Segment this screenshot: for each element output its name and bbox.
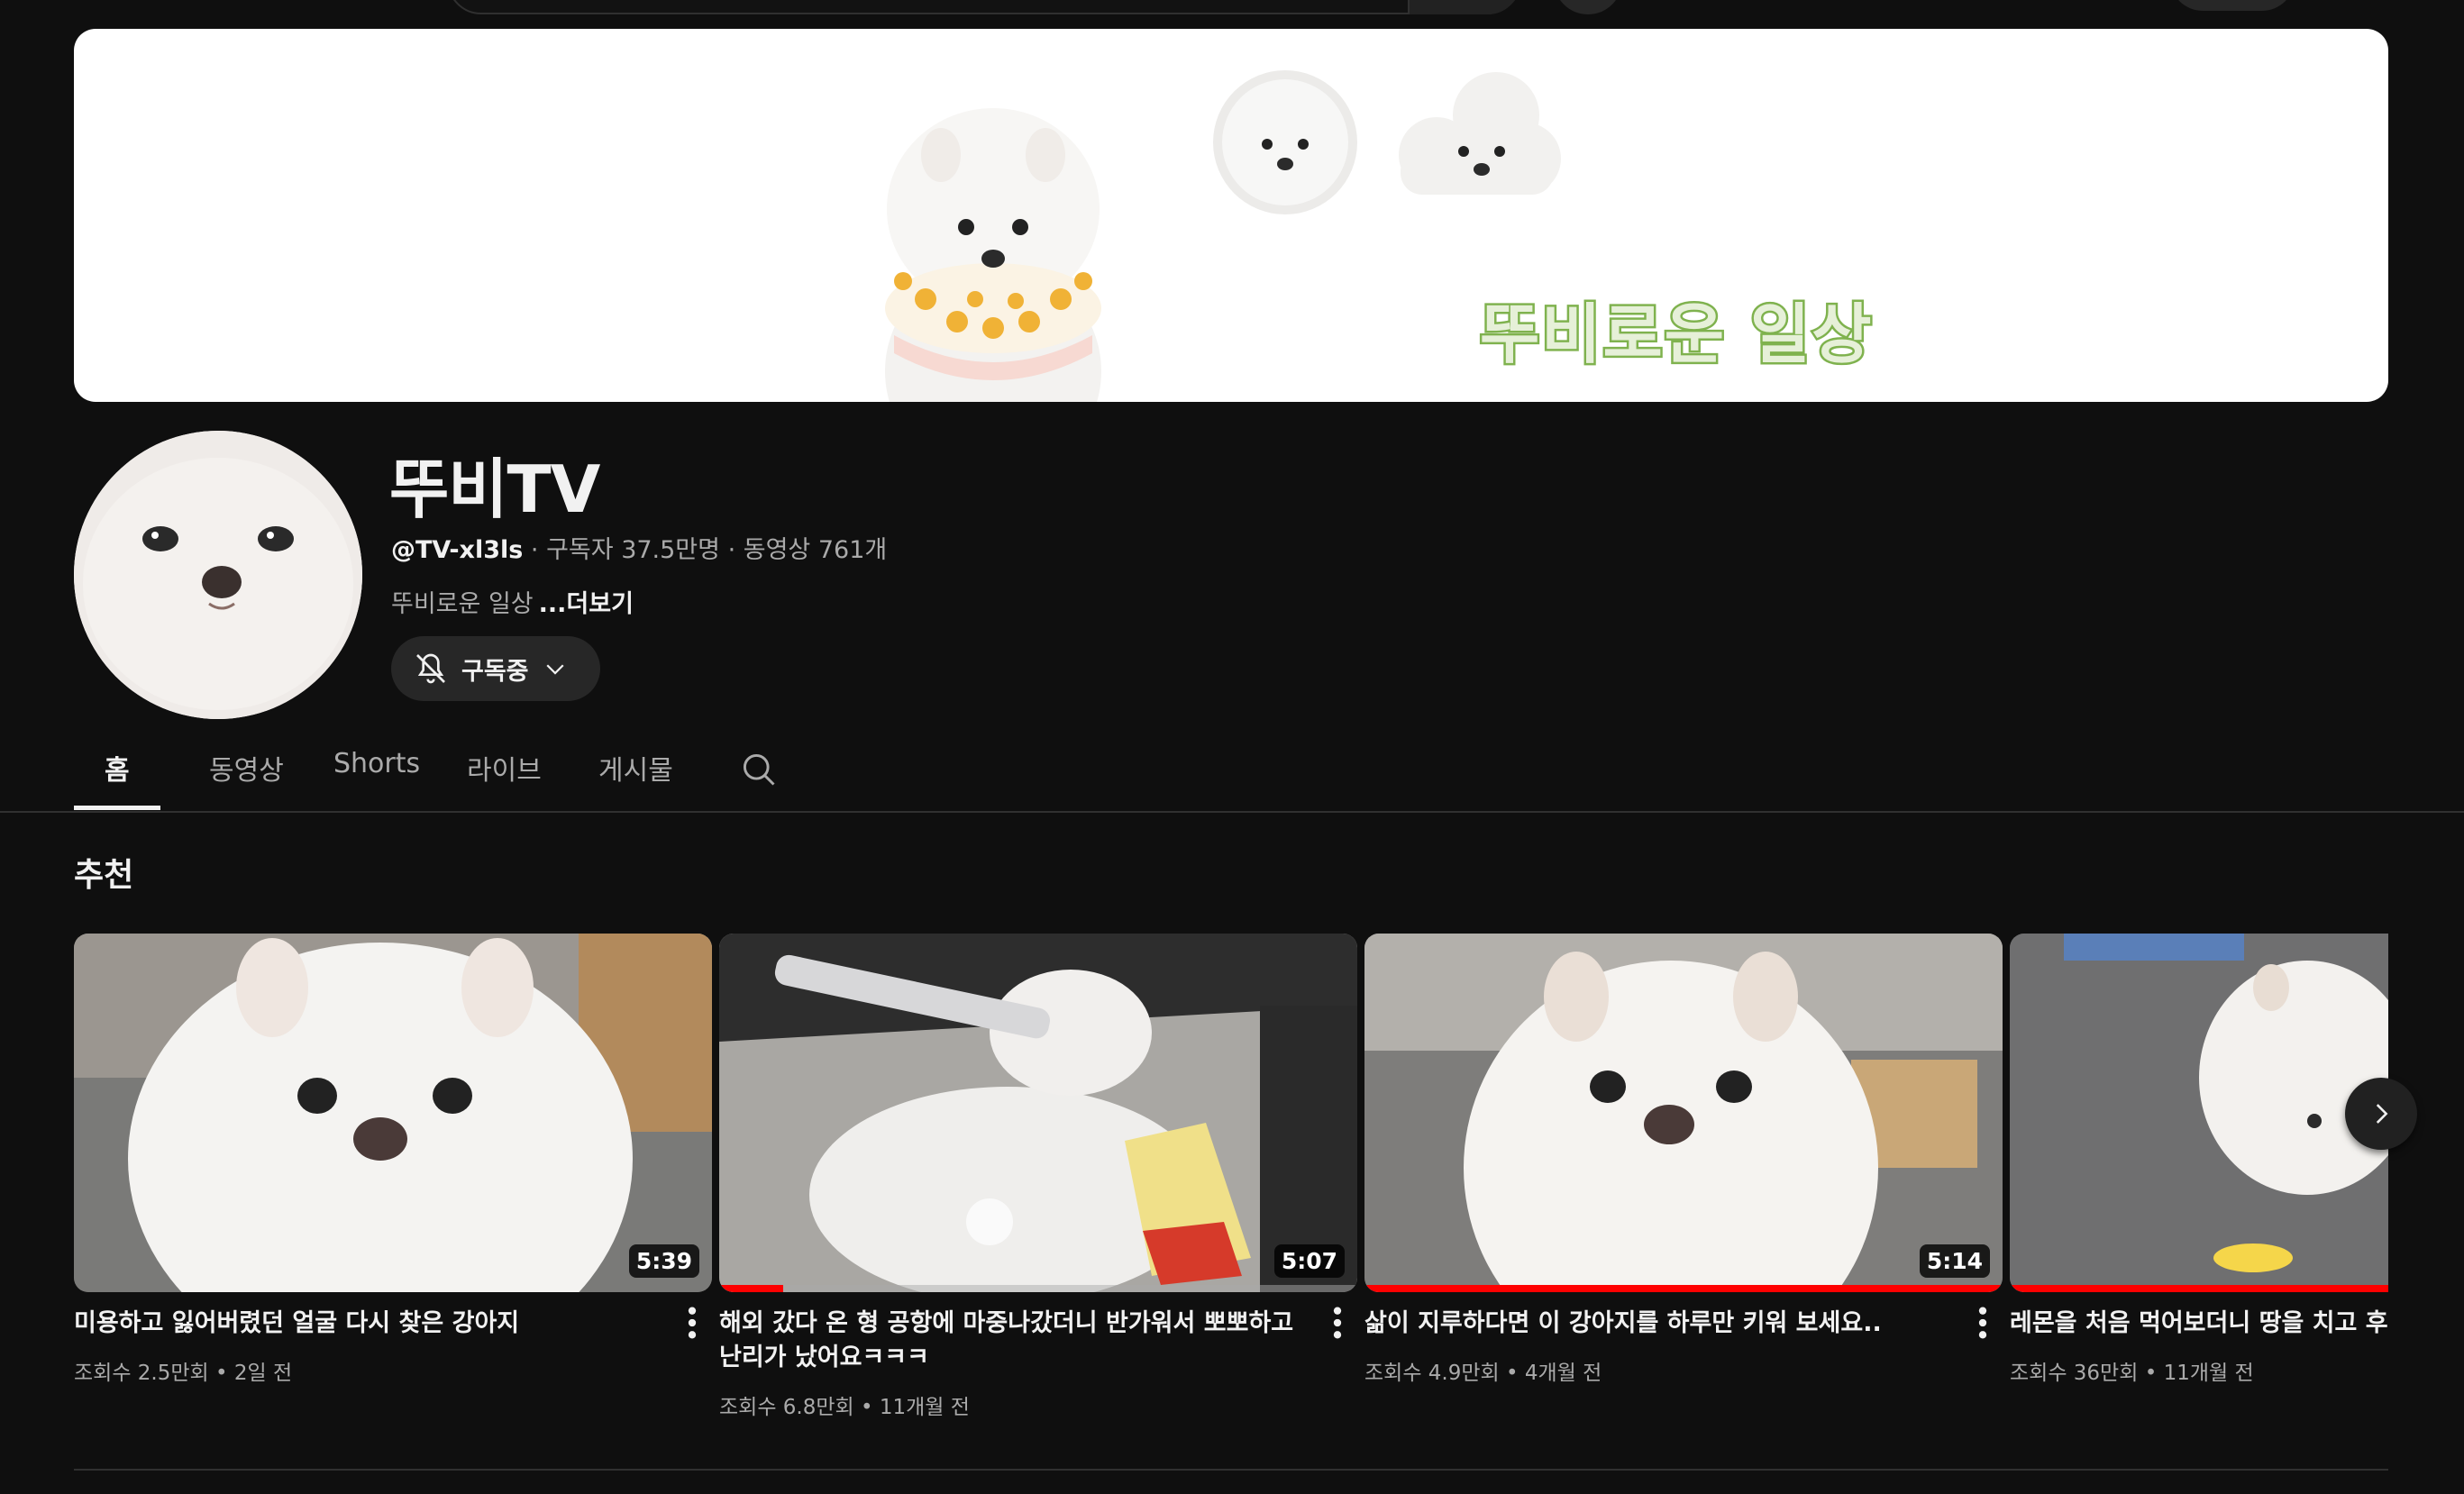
watch-progress	[719, 1285, 783, 1292]
video-meta: 조회수 36만회 • 11개월 전	[2010, 1362, 2254, 1385]
tab-home[interactable]: 홈	[105, 748, 130, 788]
video-title[interactable]: 레몬을 처음 먹어보더니 땅을 치고 후회	[2010, 1307, 2388, 1341]
search-input[interactable]	[447, 0, 1521, 14]
progress-track	[719, 1285, 1357, 1292]
banner-text: 뚜비로운 일상	[1478, 295, 1875, 375]
channel-meta: @TV-xl3ls · 구독자 37.5만명 · 동영상 761개	[391, 530, 887, 565]
channel-avatar[interactable]	[74, 431, 362, 719]
watch-progress	[2010, 1285, 2388, 1292]
shelf-next-button[interactable]	[2345, 1078, 2417, 1150]
section-title: 추천	[74, 857, 134, 894]
top-bar	[0, 0, 2464, 16]
video-thumbnail[interactable]: 5:14	[1364, 934, 2003, 1292]
video-title[interactable]: 삶이 지루하다면 이 강아지를 하루만 키워 보세요..	[1364, 1307, 1941, 1341]
duration-badge: 5:07	[1273, 1244, 1345, 1278]
channel-handle: @TV-xl3ls	[391, 536, 524, 564]
chevron-down-icon	[545, 664, 564, 675]
duration-badge: 5:14	[1919, 1244, 1990, 1278]
section-divider	[74, 1469, 2388, 1471]
dog-face-circle	[1213, 70, 1357, 214]
video-thumbnail[interactable]: 5:07	[719, 934, 1357, 1292]
tab-shorts[interactable]: Shorts	[333, 748, 420, 779]
search-button[interactable]	[1408, 0, 1521, 14]
tabs-divider	[0, 811, 2464, 813]
tab-posts[interactable]: 게시물	[598, 748, 673, 788]
video-meta: 조회수 4.9만회 • 4개월 전	[1364, 1362, 1602, 1385]
more-vert-icon[interactable]	[1972, 1305, 1994, 1341]
video-card[interactable]: 5:07 해외 갔다 온 형 공항에 마중나갔더니 반가워서 뽀뽀하고 난리가 …	[719, 934, 1357, 1420]
voice-search-button[interactable]	[1554, 0, 1622, 14]
channel-name: 뚜비TV	[389, 451, 600, 527]
active-tab-indicator	[74, 806, 160, 810]
video-title[interactable]: 미용하고 잃어버렸던 얼굴 다시 찾은 강아지	[74, 1307, 651, 1341]
video-card[interactable]: 5:14 삶이 지루하다면 이 강아지를 하루만 키워 보세요.. 조회수 4.…	[1364, 934, 2003, 1386]
subscribe-label: 구독중	[461, 657, 529, 686]
chevron-right-icon	[2376, 1104, 2388, 1124]
description-text: 뚜비로운 일상	[391, 590, 534, 618]
video-card[interactable]: 5:39 미용하고 잃어버렸던 얼굴 다시 찾은 강아지 조회수 2.5만회 •…	[74, 934, 712, 1386]
video-title[interactable]: 해외 갔다 온 형 공항에 마중나갔더니 반가워서 뽀뽀하고 난리가 났어요ㅋㅋ…	[719, 1307, 1296, 1375]
subscribe-button[interactable]: 구독중	[391, 636, 600, 701]
thumbnail-image	[719, 934, 1357, 1292]
video-meta: 조회수 6.8만회 • 11개월 전	[719, 1396, 970, 1419]
more-vert-icon[interactable]	[1327, 1305, 1348, 1341]
video-shelf: 5:39 미용하고 잃어버렸던 얼굴 다시 찾은 강아지 조회수 2.5만회 •…	[74, 934, 2388, 1438]
channel-stats: · 구독자 37.5만명 · 동영상 761개	[523, 536, 888, 564]
tab-live[interactable]: 라이브	[467, 748, 542, 788]
dog-face-avatar	[74, 431, 362, 719]
video-card[interactable]: 레몬을 처음 먹어보더니 땅을 치고 후회 조회수 36만회 • 11개월 전	[2010, 934, 2388, 1386]
video-meta: 조회수 2.5만회 • 2일 전	[74, 1362, 293, 1385]
search-icon[interactable]	[739, 750, 779, 789]
video-thumbnail[interactable]	[2010, 934, 2388, 1292]
thumbnail-image	[2010, 934, 2388, 1292]
sign-in-button[interactable]	[2170, 0, 2295, 11]
dog-illustration	[885, 108, 1101, 402]
tab-videos[interactable]: 동영상	[209, 748, 284, 788]
more-link[interactable]: ...더보기	[539, 590, 634, 618]
thumbnail-image	[74, 934, 712, 1292]
more-vert-icon[interactable]	[681, 1305, 703, 1341]
dog-face-cloud	[1399, 72, 1561, 195]
thumbnail-image	[1364, 934, 2003, 1292]
channel-description[interactable]: 뚜비로운 일상 ...더보기	[391, 584, 634, 619]
bell-off-icon	[416, 653, 445, 684]
channel-banner: 뚜비로운 일상	[74, 29, 2388, 402]
duration-badge: 5:39	[628, 1244, 699, 1278]
watch-progress	[1364, 1285, 2003, 1292]
channel-tabs: 홈 동영상 Shorts 라이브 게시물	[74, 739, 2464, 811]
video-thumbnail[interactable]: 5:39	[74, 934, 712, 1292]
